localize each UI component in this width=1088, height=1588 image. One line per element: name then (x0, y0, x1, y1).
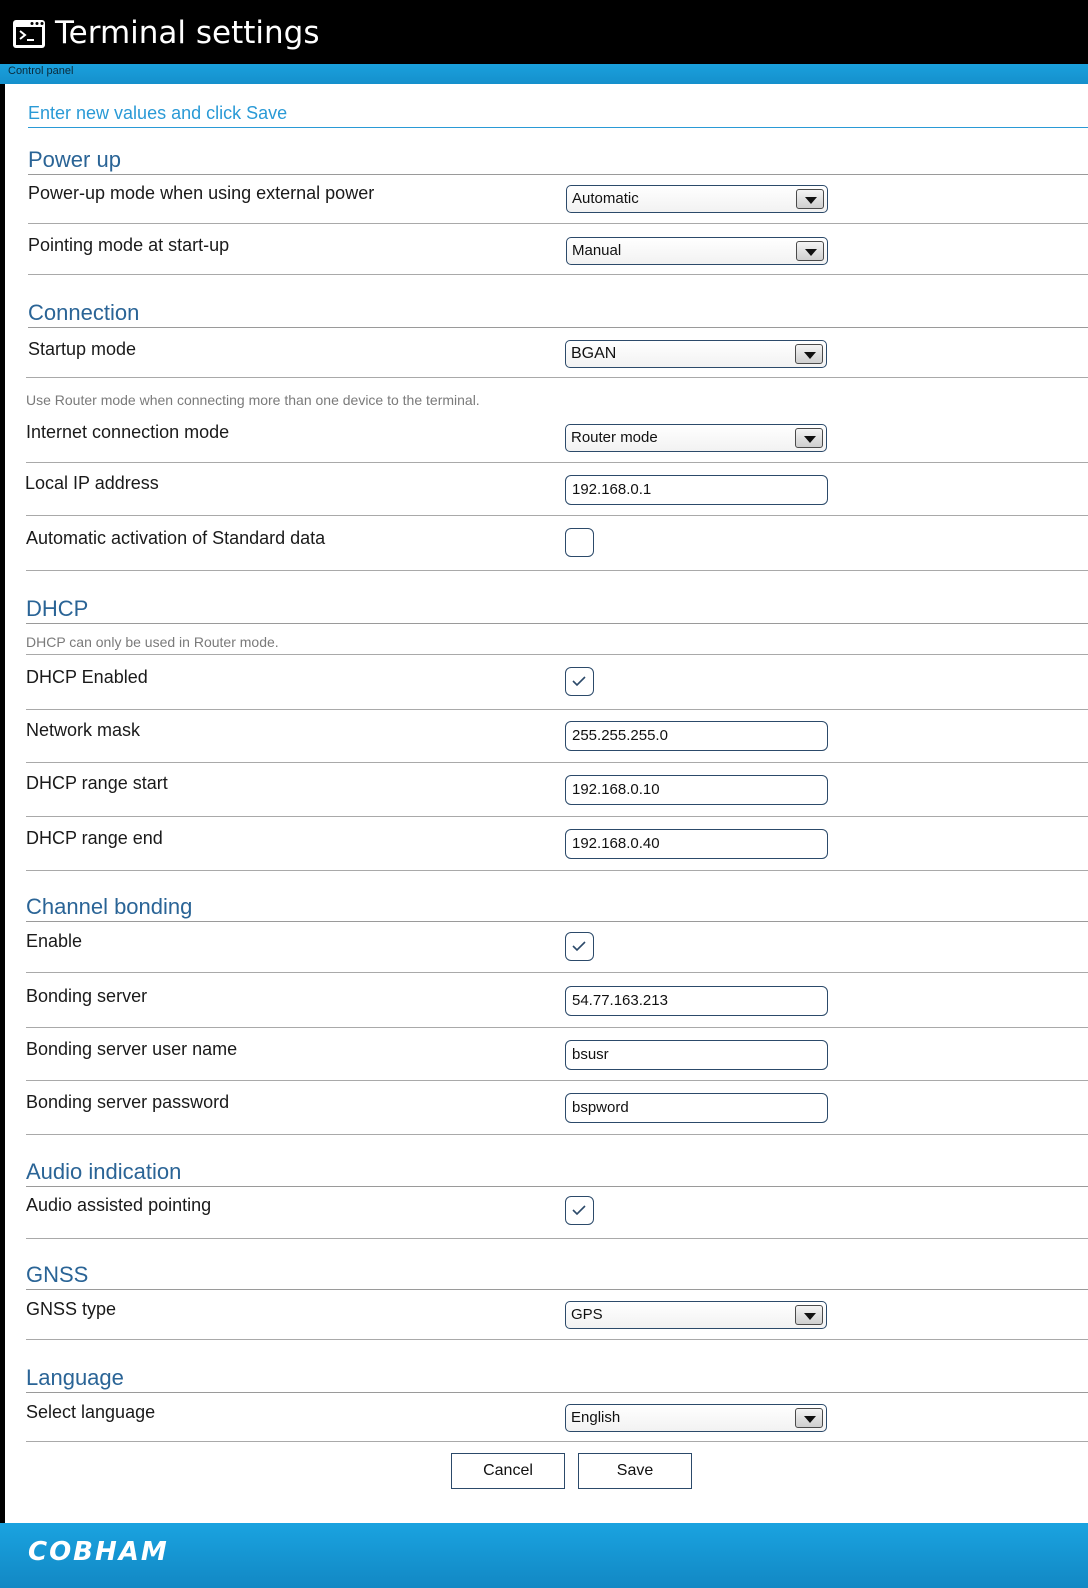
local-ip-input[interactable]: 192.168.0.1 (565, 475, 828, 505)
startup-mode-value: BGAN (571, 345, 617, 362)
pointing-mode-label: Pointing mode at start-up (28, 235, 230, 255)
startup-mode-select[interactable]: BGAN (565, 340, 827, 368)
divider (26, 762, 1088, 763)
cancel-button[interactable]: Cancel (451, 1453, 565, 1489)
bonding-password-input[interactable]: bspword (565, 1093, 828, 1123)
pointing-mode-select[interactable]: Manual (566, 237, 828, 265)
divider (26, 709, 1088, 710)
divider (26, 972, 1088, 973)
footer-bar: COBHAM (0, 1523, 1088, 1588)
gnss-type-label: GNSS type (26, 1299, 117, 1319)
bonding-password-label: Bonding server password (26, 1092, 230, 1112)
language-select[interactable]: English (565, 1404, 827, 1432)
brand-logo: COBHAM (28, 1537, 169, 1567)
local-ip-label: Local IP address (25, 473, 159, 493)
divider (28, 274, 1088, 275)
power-mode-value: Automatic (572, 190, 639, 207)
bonding-server-label: Bonding server (26, 986, 148, 1006)
breadcrumb[interactable]: Control panel (8, 65, 73, 77)
dhcp-range-start-input[interactable]: 192.168.0.10 (565, 775, 828, 805)
divider (26, 816, 1088, 817)
power-mode-label: Power-up mode when using external power (28, 183, 375, 203)
select-language-label: Select language (26, 1402, 156, 1422)
checkmark-icon (572, 1205, 586, 1216)
bonding-user-label: Bonding server user name (26, 1039, 238, 1059)
divider (26, 1027, 1088, 1028)
gnss-type-select[interactable]: GPS (565, 1301, 827, 1329)
bonding-server-input[interactable]: 54.77.163.213 (565, 986, 828, 1016)
terminal-icon (13, 20, 45, 48)
internet-mode-value: Router mode (571, 429, 658, 446)
chevron-down-icon[interactable] (796, 241, 824, 261)
pointing-mode-value: Manual (572, 242, 622, 259)
chevron-down-icon[interactable] (795, 428, 823, 448)
section-title-power-up: Power up (28, 147, 1088, 175)
divider (26, 654, 1088, 655)
auto-activation-label: Automatic activation of Standard data (26, 528, 326, 548)
divider (26, 1339, 1088, 1340)
bonding-enable-label: Enable (26, 931, 83, 951)
chevron-down-icon[interactable] (796, 189, 824, 209)
divider (26, 870, 1088, 871)
dhcp-enabled-label: DHCP Enabled (26, 667, 148, 687)
divider (26, 1080, 1088, 1081)
page-title: Terminal settings (55, 15, 320, 51)
section-title-channel-bonding: Channel bonding (26, 894, 1088, 922)
save-button[interactable]: Save (578, 1453, 692, 1489)
divider (26, 1238, 1088, 1239)
gnss-type-value: GPS (571, 1306, 603, 1323)
breadcrumb-bar: Control panel (0, 64, 1088, 84)
dhcp-enabled-checkbox[interactable] (565, 667, 594, 696)
audio-assisted-label: Audio assisted pointing (26, 1195, 212, 1215)
audio-assisted-checkbox[interactable] (565, 1196, 594, 1225)
internet-mode-select[interactable]: Router mode (565, 424, 827, 452)
dhcp-range-end-label: DHCP range end (26, 828, 163, 848)
router-mode-note: Use Router mode when connecting more tha… (26, 392, 480, 408)
internet-mode-label: Internet connection mode (26, 422, 230, 442)
divider (26, 1134, 1088, 1135)
divider (26, 1441, 1088, 1442)
divider (26, 377, 1088, 378)
dhcp-range-end-input[interactable]: 192.168.0.40 (565, 829, 828, 859)
divider (26, 515, 1088, 516)
language-value: English (571, 1409, 621, 1426)
divider (28, 223, 1088, 224)
section-title-language: Language (26, 1365, 1088, 1393)
bonding-enable-checkbox[interactable] (565, 932, 594, 961)
chevron-down-icon[interactable] (795, 1408, 823, 1428)
dhcp-note: DHCP can only be used in Router mode. (26, 634, 279, 650)
auto-activation-checkbox[interactable] (565, 528, 594, 557)
section-title-gnss: GNSS (26, 1262, 1088, 1290)
power-mode-select[interactable]: Automatic (566, 185, 828, 213)
bonding-user-input[interactable]: bsusr (565, 1040, 828, 1070)
chevron-down-icon[interactable] (795, 344, 823, 364)
section-title-connection: Connection (28, 300, 1088, 328)
title-bar: Terminal settings (0, 0, 1088, 64)
divider (26, 570, 1088, 571)
intro-text: Enter new values and click Save (28, 103, 1088, 128)
network-mask-label: Network mask (26, 720, 141, 740)
network-mask-input[interactable]: 255.255.255.0 (565, 721, 828, 751)
chevron-down-icon[interactable] (795, 1305, 823, 1325)
startup-mode-label: Startup mode (28, 339, 137, 359)
checkmark-icon (572, 676, 586, 687)
divider (26, 462, 1088, 463)
section-title-dhcp: DHCP (26, 596, 1088, 624)
checkmark-icon (572, 941, 586, 952)
dhcp-range-start-label: DHCP range start (26, 773, 168, 793)
section-title-audio: Audio indication (26, 1159, 1088, 1187)
